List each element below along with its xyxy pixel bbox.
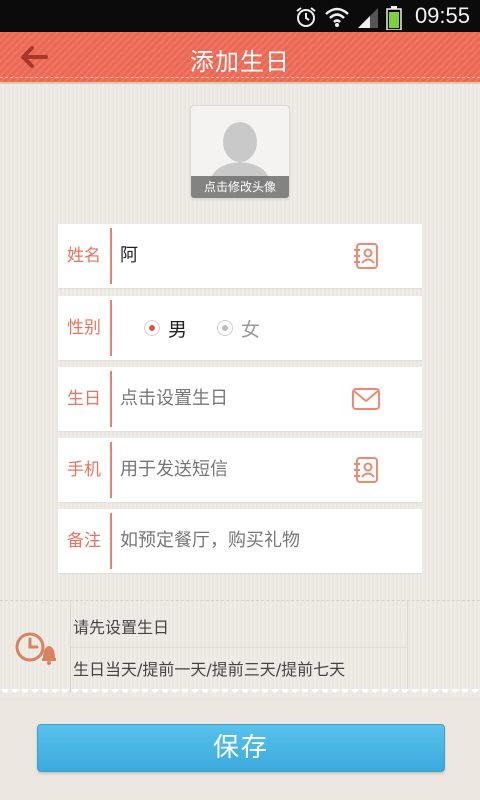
gender-option-male[interactable]: 男 (144, 315, 187, 342)
avatar-caption: 点击修改头像 (191, 176, 289, 198)
alarm-icon (296, 7, 316, 27)
name-row: 姓名 阿 (58, 224, 422, 288)
reminder-prompt: 请先设置生日 (73, 618, 170, 637)
row-divider (110, 300, 112, 356)
reminder-options-text: 生日当天/提前一天/提前三天/提前七天 (73, 660, 346, 679)
phone-contacts-button[interactable] (350, 454, 382, 486)
save-button[interactable]: 保存 (37, 724, 445, 772)
status-bar: 09:55 (0, 0, 480, 32)
row-divider (110, 513, 112, 569)
name-label: 姓名 (67, 246, 101, 266)
gender-label: 性别 (67, 318, 101, 338)
row-divider (110, 371, 112, 427)
alarm-clock-bell-icon (15, 632, 56, 665)
contacts-book-icon (354, 243, 378, 269)
scallop-border (0, 689, 480, 697)
page-title: 添加生日 (190, 48, 290, 76)
reminder-icon-cell (0, 601, 70, 693)
contacts-button[interactable] (350, 240, 382, 272)
birthday-row: 生日 点击设置生日 (58, 367, 422, 431)
note-label: 备注 (67, 531, 101, 551)
avatar-picker[interactable]: 点击修改头像 (190, 105, 290, 199)
birthday-label: 生日 (67, 389, 101, 409)
note-input[interactable]: 如预定餐厅，购买礼物 (120, 509, 410, 573)
row-divider (110, 442, 112, 498)
phone-input[interactable]: 用于发送短信 (120, 438, 340, 502)
birthday-picker[interactable]: 点击设置生日 (120, 367, 340, 431)
reminder-section: 请先设置生日 生日当天/提前一天/提前三天/提前七天 (0, 600, 480, 693)
gender-option-label: 男 (168, 318, 188, 341)
battery-icon (386, 6, 402, 30)
message-button[interactable] (350, 383, 382, 415)
header-stitch (0, 77, 480, 78)
note-row: 备注 如预定餐厅，购买礼物 (58, 509, 422, 573)
gender-option-female[interactable]: 女 (217, 315, 260, 342)
signal-icon (358, 8, 378, 28)
radio-selected-icon (144, 320, 160, 336)
header-bar: 添加生日 (0, 32, 480, 82)
gender-row: 性别 男 女 (58, 296, 422, 360)
gender-radio-group: 男 女 (144, 296, 290, 360)
name-input[interactable]: 阿 (120, 224, 340, 288)
gender-option-label: 女 (241, 318, 261, 341)
reminder-separator (71, 647, 407, 648)
wifi-icon (325, 7, 349, 27)
phone-row: 手机 用于发送短信 (58, 438, 422, 502)
envelope-icon (352, 388, 380, 410)
row-divider (110, 228, 112, 284)
contacts-book-icon (354, 457, 378, 483)
status-time: 09:55 (414, 3, 470, 28)
phone-label: 手机 (67, 460, 101, 480)
reminder-options[interactable]: 请先设置生日 生日当天/提前一天/提前三天/提前七天 (70, 601, 408, 693)
radio-unselected-icon (217, 320, 234, 336)
